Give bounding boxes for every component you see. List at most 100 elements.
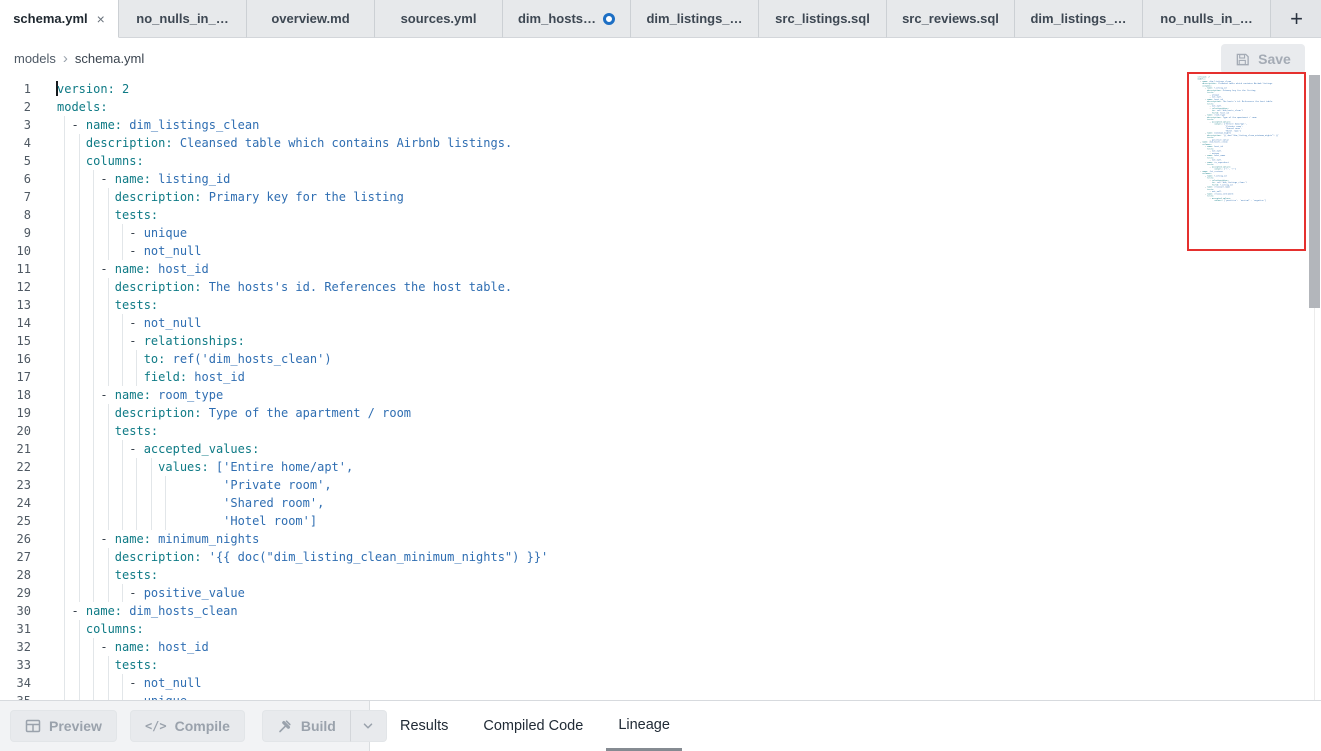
build-button[interactable]: Build (262, 710, 351, 742)
tab-modified-dot-icon (603, 13, 615, 25)
result-tab-lineage[interactable]: Lineage (606, 701, 682, 751)
code-text: 'Private room', (57, 476, 332, 494)
code-line[interactable]: 16 to: ref('dim_hosts_clean') (0, 350, 1321, 368)
tab-close-icon[interactable]: × (97, 11, 105, 27)
code-line[interactable]: 29 - positive_value (0, 584, 1321, 602)
result-tabs: ResultsCompiled CodeLineage (388, 701, 682, 751)
code-line[interactable]: 30 - name: dim_hosts_clean (0, 602, 1321, 620)
code-line[interactable]: 12 description: The hosts's id. Referenc… (0, 278, 1321, 296)
code-text: - name: room_type (57, 386, 223, 404)
editor-actions: Preview </> Compile Build (0, 701, 370, 751)
code-text: tests: (57, 206, 158, 224)
minimap[interactable]: version: 2models: - name: dim_listings_c… (1187, 72, 1306, 251)
result-tab-compiled-code[interactable]: Compiled Code (471, 701, 595, 751)
line-number: 3 (0, 116, 31, 134)
file-tab-label: sources.yml (401, 11, 477, 26)
code-line[interactable]: 9 - unique (0, 224, 1321, 242)
code-line[interactable]: 26 - name: minimum_nights (0, 530, 1321, 548)
file-tab[interactable]: schema.yml× (0, 0, 119, 38)
code-text: tests: (57, 656, 158, 674)
code-line[interactable]: 32 - name: host_id (0, 638, 1321, 656)
code-line[interactable]: 8 tests: (0, 206, 1321, 224)
breadcrumb: models › schema.yml (14, 38, 144, 78)
code-line[interactable]: 14 - not_null (0, 314, 1321, 332)
minimap-line: values: ['positive', 'neutral', 'negativ… (1198, 199, 1305, 201)
line-number: 20 (0, 422, 31, 440)
code-line[interactable]: 24 'Shared room', (0, 494, 1321, 512)
code-line[interactable]: 20 tests: (0, 422, 1321, 440)
chevron-right-icon: › (63, 50, 68, 67)
file-tab[interactable]: overview.md (247, 0, 375, 38)
code-line[interactable]: 5 columns: (0, 152, 1321, 170)
code-text: 'Shared room', (57, 494, 324, 512)
code-text: description: '{{ doc("dim_listing_clean_… (57, 548, 548, 566)
line-number: 29 (0, 584, 31, 602)
code-text: description: Cleansed table which contai… (57, 134, 512, 152)
code-text: - not_null (57, 314, 202, 332)
file-tab-label: overview.md (271, 11, 349, 26)
new-tab-button[interactable]: + (1282, 8, 1311, 30)
breadcrumb-current-file: schema.yml (75, 51, 144, 66)
file-tab[interactable]: no_nulls_in_… (119, 0, 247, 38)
file-tab[interactable]: dim_listings_… (631, 0, 759, 38)
line-number: 6 (0, 170, 31, 188)
code-line[interactable]: 22 values: ['Entire home/apt', (0, 458, 1321, 476)
code-line[interactable]: 7 description: Primary key for the listi… (0, 188, 1321, 206)
file-tab[interactable]: src_reviews.sql (887, 0, 1015, 38)
code-line[interactable]: 28 tests: (0, 566, 1321, 584)
minimap-content: version: 2models: - name: dim_listings_c… (1189, 74, 1304, 202)
result-tab-results[interactable]: Results (388, 701, 460, 751)
code-line[interactable]: 11 - name: host_id (0, 260, 1321, 278)
code-line[interactable]: 13 tests: (0, 296, 1321, 314)
file-tab[interactable]: dim_listings_… (1015, 0, 1143, 38)
code-text: - relationships: (57, 332, 245, 350)
code-line[interactable]: 34 - not_null (0, 674, 1321, 692)
build-options-button[interactable] (351, 710, 387, 742)
dbt-ide-window: schema.yml×no_nulls_in_…overview.mdsourc… (0, 0, 1321, 751)
code-text: - positive_value (57, 584, 245, 602)
code-line[interactable]: 15 - relationships: (0, 332, 1321, 350)
line-number: 23 (0, 476, 31, 494)
table-icon (25, 718, 41, 734)
build-button-label: Build (301, 718, 336, 734)
code-text: tests: (57, 566, 158, 584)
code-line[interactable]: 6 - name: listing_id (0, 170, 1321, 188)
code-line[interactable]: 10 - not_null (0, 242, 1321, 260)
preview-button[interactable]: Preview (10, 710, 117, 742)
line-number: 33 (0, 656, 31, 674)
line-number: 27 (0, 548, 31, 566)
file-tab[interactable]: sources.yml (375, 0, 503, 38)
code-line[interactable]: 23 'Private room', (0, 476, 1321, 494)
code-line[interactable]: 2models: (0, 98, 1321, 116)
save-button[interactable]: Save (1221, 44, 1305, 74)
code-line[interactable]: 35 - unique (0, 692, 1321, 700)
line-number: 11 (0, 260, 31, 278)
compile-button[interactable]: </> Compile (130, 710, 245, 742)
breadcrumb-models[interactable]: models (14, 51, 56, 66)
editor-scrollbar-thumb[interactable] (1309, 75, 1320, 308)
code-line[interactable]: 3 - name: dim_listings_clean (0, 116, 1321, 134)
file-tab[interactable]: dim_hosts… (503, 0, 631, 38)
line-number: 22 (0, 458, 31, 476)
code-line[interactable]: 25 'Hotel room'] (0, 512, 1321, 530)
code-line[interactable]: 17 field: host_id (0, 368, 1321, 386)
code-line[interactable]: 33 tests: (0, 656, 1321, 674)
code-text: description: Primary key for the listing (57, 188, 404, 206)
code-line[interactable]: 31 columns: (0, 620, 1321, 638)
file-tab[interactable]: no_nulls_in_… (1143, 0, 1271, 38)
line-number: 8 (0, 206, 31, 224)
code-line[interactable]: 19 description: Type of the apartment / … (0, 404, 1321, 422)
code-text: values: ['Entire home/apt', (57, 458, 353, 476)
file-tab-label: dim_listings_… (1030, 11, 1126, 26)
file-tab[interactable]: src_listings.sql (759, 0, 887, 38)
floppy-icon (1235, 52, 1250, 67)
code-text: columns: (57, 620, 144, 638)
file-tab-label: no_nulls_in_… (136, 11, 228, 26)
code-line[interactable]: 27 description: '{{ doc("dim_listing_cle… (0, 548, 1321, 566)
code-editor[interactable]: 1version: 22models:3 - name: dim_listing… (0, 78, 1321, 700)
code-line[interactable]: 21 - accepted_values: (0, 440, 1321, 458)
code-line[interactable]: 18 - name: room_type (0, 386, 1321, 404)
code-line[interactable]: 1version: 2 (0, 80, 1321, 98)
code-line[interactable]: 4 description: Cleansed table which cont… (0, 134, 1321, 152)
line-number: 4 (0, 134, 31, 152)
